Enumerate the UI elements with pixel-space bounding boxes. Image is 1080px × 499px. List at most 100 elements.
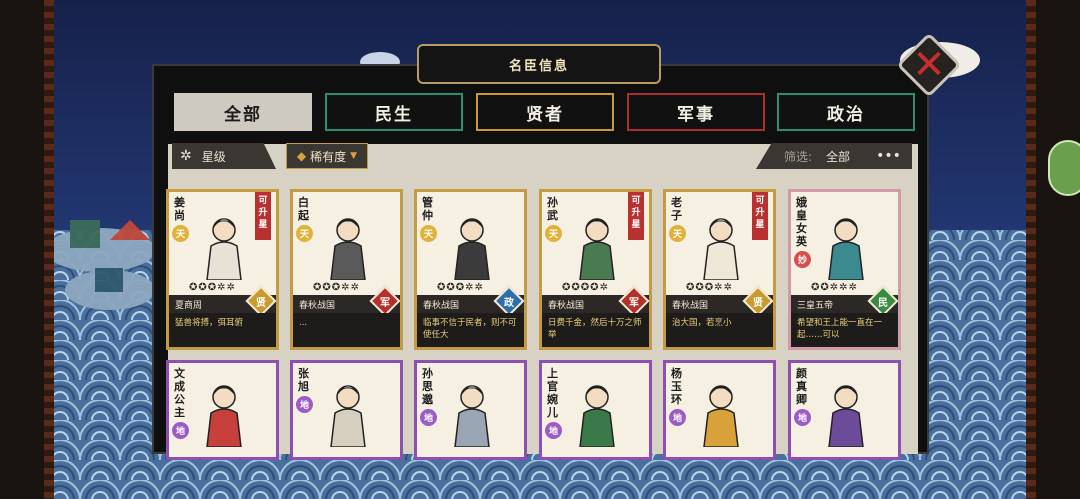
quote-text: 治大国，若烹小 <box>666 313 773 347</box>
portrait-head <box>212 385 236 409</box>
star-filled-icon: ✪ <box>437 282 446 293</box>
rank-badge: 天 <box>420 225 437 242</box>
star-sort-icon: ✲ <box>180 148 192 164</box>
minister-card[interactable]: 娥皇女英妙 ✪ ✪ ✲ ✲ ✲ 三皇五帝民希望和王上能一直在一起……可以 <box>788 189 901 350</box>
star-empty-icon: ✲ <box>599 282 608 293</box>
minister-name: 张旭 <box>298 367 309 393</box>
minister-portrait <box>206 385 242 447</box>
tab-minsheng[interactable]: 民生 <box>325 93 463 131</box>
frame-right <box>1026 0 1080 499</box>
portrait-head <box>212 218 236 242</box>
tab-zhengzhi[interactable]: 政治 <box>777 93 915 131</box>
minister-name: 孙武 <box>547 196 558 222</box>
rank-badge: 地 <box>172 422 189 439</box>
more-options-icon[interactable]: ••• <box>876 148 901 164</box>
minister-portrait <box>828 218 864 280</box>
portrait-head <box>834 385 858 409</box>
side-chat-button[interactable] <box>1048 140 1080 196</box>
filter-dropdown[interactable]: 筛选: 全部 ••• <box>756 143 912 169</box>
star-sort-button[interactable]: ✲ 星级 <box>172 143 276 169</box>
minister-portrait <box>206 218 242 280</box>
minister-card[interactable]: 白起天 ✪ ✪ ✪ ✲ ✲ 春秋战国军... <box>290 189 403 350</box>
minister-card[interactable]: 杨玉环地 <box>663 360 776 460</box>
star-rating: ✪ ✪ ✪ ✪ ✲ <box>562 282 608 293</box>
era-label: 三皇五帝 <box>797 300 834 311</box>
filter-bar: ✲ 星级 ◆ 稀有度 ▼ 筛选: 全部 ••• <box>166 142 914 172</box>
minister-card[interactable]: 颜真卿地 <box>788 360 901 460</box>
quote-text: ... <box>293 313 400 347</box>
star-rating: ✪ ✪ ✪ ✲ ✲ <box>189 282 235 293</box>
minister-card[interactable]: 管仲天 ✪ ✪ ✪ ✲ ✲ 春秋战国政临事不信于民者，则不可使任大 <box>414 189 527 350</box>
era-label: 春秋战国 <box>672 300 709 311</box>
frame-left <box>0 0 54 499</box>
minister-name: 杨玉环 <box>671 367 682 406</box>
star-filled-icon: ✪ <box>313 282 322 293</box>
tab-junshi[interactable]: 军事 <box>627 93 765 131</box>
portrait-head <box>585 385 609 409</box>
star-rating: ✪ ✪ ✪ ✲ ✲ <box>686 282 732 293</box>
rank-badge: 地 <box>669 409 686 426</box>
minister-card[interactable]: 孙思邈地 <box>414 360 527 460</box>
minister-card[interactable]: 姜尚天可升星 ✪ ✪ ✪ ✲ ✲ 夏商周贤猛兽将搏，弭耳俯 <box>166 189 279 350</box>
era-label: 春秋战国 <box>548 300 585 311</box>
minister-card[interactable]: 上官婉儿地 <box>539 360 652 460</box>
star-empty-icon: ✲ <box>226 282 235 293</box>
star-filled-icon: ✪ <box>446 282 455 293</box>
minister-portrait <box>454 385 490 447</box>
rank-badge: 天 <box>669 225 686 242</box>
minister-name: 白起 <box>298 196 309 222</box>
portrait-head <box>336 385 360 409</box>
quote-text: 猛兽将搏，弭耳俯 <box>169 313 276 347</box>
star-empty-icon: ✲ <box>848 282 857 293</box>
minister-card[interactable]: 文成公主地 <box>166 360 279 460</box>
type-label: 军 <box>380 297 390 309</box>
minister-card[interactable]: 张旭地 <box>290 360 403 460</box>
tab-xianzhe[interactable]: 贤者 <box>476 93 614 131</box>
portrait-robe <box>828 408 864 447</box>
portrait-robe <box>703 408 739 447</box>
type-label: 贤 <box>753 297 763 309</box>
rarity-sort-button[interactable]: ◆ 稀有度 ▼ <box>286 143 368 169</box>
panel-title: 名臣信息 <box>508 58 569 74</box>
star-filled-icon: ✪ <box>562 282 571 293</box>
star-filled-icon: ✪ <box>590 282 599 293</box>
quote-text: 希望和王上能一直在一起……可以 <box>791 313 898 347</box>
star-empty-icon: ✲ <box>474 282 483 293</box>
minister-name: 老子 <box>671 196 682 222</box>
star-filled-icon: ✪ <box>455 282 465 293</box>
minister-card[interactable]: 孙武天可升星 ✪ ✪ ✪ ✪ ✲ 春秋战国军日费千金，然后十万之师举 <box>539 189 652 350</box>
rank-badge: 天 <box>545 225 562 242</box>
minister-card[interactable]: 老子天可升星 ✪ ✪ ✪ ✲ ✲ 春秋战国贤治大国，若烹小 <box>663 189 776 350</box>
tab-all[interactable]: 全部 <box>174 93 312 131</box>
minister-name: 孙思邈 <box>422 367 433 406</box>
portrait-robe <box>454 241 490 280</box>
rank-badge: 地 <box>794 409 811 426</box>
era-label: 春秋战国 <box>299 300 336 311</box>
star-empty-icon: ✲ <box>350 282 359 293</box>
minister-portrait <box>828 385 864 447</box>
close-button[interactable]: ✕ <box>896 32 962 98</box>
minister-name: 上官婉儿 <box>547 367 558 419</box>
portrait-head <box>585 218 609 242</box>
star-filled-icon: ✪ <box>580 282 590 293</box>
star-empty-icon: ✲ <box>465 282 474 293</box>
rank-badge: 天 <box>296 225 313 242</box>
minister-portrait <box>579 218 615 280</box>
star-rating: ✪ ✪ ✪ ✲ ✲ <box>313 282 359 293</box>
rank-badge: 天 <box>172 225 189 242</box>
minister-name: 管仲 <box>422 196 433 222</box>
star-empty-icon: ✲ <box>217 282 226 293</box>
portrait-robe <box>330 408 366 447</box>
star-filled-icon: ✪ <box>695 282 704 293</box>
rank-badge: 地 <box>420 409 437 426</box>
era-label: 夏商周 <box>175 300 203 311</box>
close-x-icon: ✕ <box>912 42 946 88</box>
rank-badge: 妙 <box>794 251 811 268</box>
minister-portrait <box>703 218 739 280</box>
rarity-diamond-icon: ◆ <box>296 149 307 163</box>
star-filled-icon: ✪ <box>704 282 714 293</box>
star-filled-icon: ✪ <box>331 282 341 293</box>
portrait-robe <box>579 408 615 447</box>
minister-portrait <box>330 385 366 447</box>
portrait-robe <box>330 241 366 280</box>
